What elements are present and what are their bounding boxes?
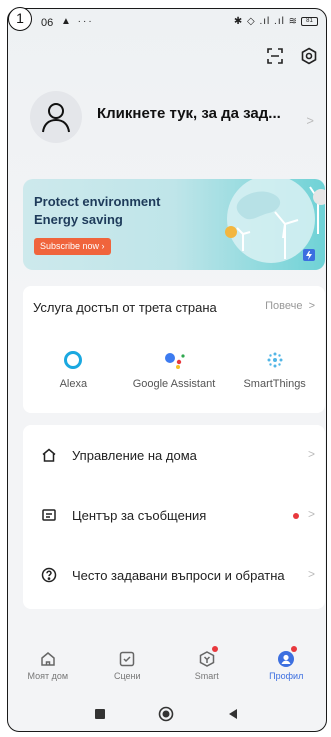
help-icon <box>41 567 57 583</box>
chevron-right-icon: > <box>307 507 315 521</box>
tab-my-home[interactable]: Моят дом <box>8 643 88 691</box>
third-party-card: Услуга достъп от трета страна Повече > A… <box>23 286 325 413</box>
third-party-header: Услуга достъп от трета страна Повече > <box>33 300 315 315</box>
scan-icon[interactable] <box>266 47 284 65</box>
home-icon <box>8 647 88 671</box>
status-time: 06 <box>41 17 54 29</box>
service-label: Google Assistant <box>132 378 216 390</box>
menu-label: Често задавани въпроси и обратна <box>72 568 285 583</box>
step-marker: 1 <box>8 7 32 31</box>
subscribe-button[interactable]: Subscribe now › <box>34 238 111 255</box>
services-row: Alexa Google Assistant SmartThings <box>23 348 325 391</box>
signal-icons: ✱ ◇ .ıl .ıl ≋ <box>233 16 298 27</box>
unread-badge <box>293 513 299 519</box>
alexa-icon <box>23 348 124 372</box>
menu-label: Център за съобщения <box>72 508 207 523</box>
notification-icons: ▲ ··· <box>61 16 94 27</box>
menu-item-message-center[interactable]: Център за съобщения > <box>23 485 325 545</box>
chevron-right-icon: > <box>307 567 315 581</box>
tab-label: Smart <box>194 671 219 681</box>
back-button[interactable] <box>227 708 239 720</box>
smart-icon <box>167 647 247 671</box>
promo-banner[interactable]: Protect environment Energy saving Subscr… <box>23 179 325 270</box>
smartthings-icon <box>224 348 325 372</box>
service-label: Alexa <box>59 378 88 390</box>
recents-button[interactable] <box>94 709 105 719</box>
service-smartthings[interactable]: SmartThings <box>224 348 325 391</box>
banner-line2: Energy saving <box>34 212 123 227</box>
avatar <box>30 91 82 143</box>
phone-screen: 06 ▲ ··· ✱ ◇ .ıl .ıl ≋ 81 Кликнете тук, … <box>7 8 327 732</box>
system-navigation <box>8 699 326 729</box>
google-assistant-icon <box>124 348 225 372</box>
menu-card: Управление на дома > Център за съобщения… <box>23 425 325 609</box>
user-icon <box>42 103 70 133</box>
home-icon <box>42 448 56 462</box>
earth-illustration <box>225 179 325 263</box>
profile-title: Кликнете тук, за да зад... <box>97 105 281 122</box>
tab-label: Сцени <box>113 671 141 681</box>
tab-smart[interactable]: Smart <box>167 643 247 691</box>
bottom-tab-bar: Моят дом Сцени Smart Профил <box>8 643 326 691</box>
message-icon <box>42 509 56 521</box>
battery-icon: 81 <box>301 17 318 26</box>
tab-label: Профил <box>269 671 304 681</box>
menu-item-faq[interactable]: Често задавани въпроси и обратна > <box>23 545 325 605</box>
banner-line1: Protect environment <box>34 194 161 209</box>
home-button[interactable] <box>158 706 174 722</box>
service-google-assistant[interactable]: Google Assistant <box>124 348 225 391</box>
header-actions <box>266 47 318 65</box>
status-bar: 06 ▲ ··· ✱ ◇ .ıl .ıl ≋ 81 <box>8 9 326 35</box>
profile-login[interactable]: Кликнете тук, за да зад... > <box>30 91 318 151</box>
smart-badge <box>211 646 218 652</box>
service-alexa[interactable]: Alexa <box>23 348 124 391</box>
tab-profile[interactable]: Профил <box>247 643 327 691</box>
third-party-title: Услуга достъп от трета страна <box>33 300 217 315</box>
more-link[interactable]: Повече > <box>265 300 315 312</box>
menu-label: Управление на дома <box>72 448 197 463</box>
profile-icon <box>247 647 327 671</box>
tab-label: Моят дом <box>27 671 69 681</box>
gear-icon[interactable] <box>300 47 318 65</box>
status-icons: ✱ ◇ .ıl .ıl ≋ 81 <box>234 16 318 27</box>
service-label: SmartThings <box>243 378 306 390</box>
chevron-right-icon: > <box>306 113 314 128</box>
menu-item-home-management[interactable]: Управление на дома > <box>23 425 325 485</box>
scenes-icon <box>88 647 168 671</box>
chevron-right-icon: > <box>307 447 315 461</box>
tab-scenes[interactable]: Сцени <box>88 643 168 691</box>
